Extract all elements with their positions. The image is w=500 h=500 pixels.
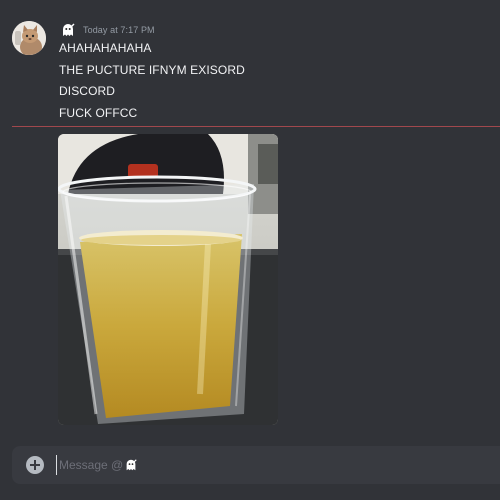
message-header: Today at 7:17 PM: [60, 22, 155, 38]
message-line-4: FUCK OFFCC: [59, 106, 138, 120]
message-line-1: AHAHAHAHAHA: [59, 41, 152, 55]
message-input[interactable]: Message @: [56, 455, 459, 475]
plus-circle-icon[interactable]: [26, 456, 44, 474]
message-input-placeholder: Message @: [59, 458, 124, 472]
beer-cup-photo: [58, 134, 278, 425]
message-line-3: DISCORD: [59, 84, 116, 98]
cat-avatar-icon: [12, 21, 46, 55]
ghost-emoji-icon[interactable]: [60, 22, 76, 38]
message-line-2: THE PUCTURE IFNYM EXISORD: [59, 63, 245, 77]
avatar[interactable]: [12, 21, 46, 55]
message-composer: Message @: [12, 446, 500, 484]
new-messages-divider: [12, 126, 500, 127]
chat-window: Today at 7:17 PM AHAHAHAHAHA THE PUCTURE…: [0, 0, 500, 500]
ghost-emoji-icon: [124, 458, 138, 472]
message-timestamp: Today at 7:17 PM: [83, 25, 155, 35]
image-attachment[interactable]: [58, 134, 278, 425]
